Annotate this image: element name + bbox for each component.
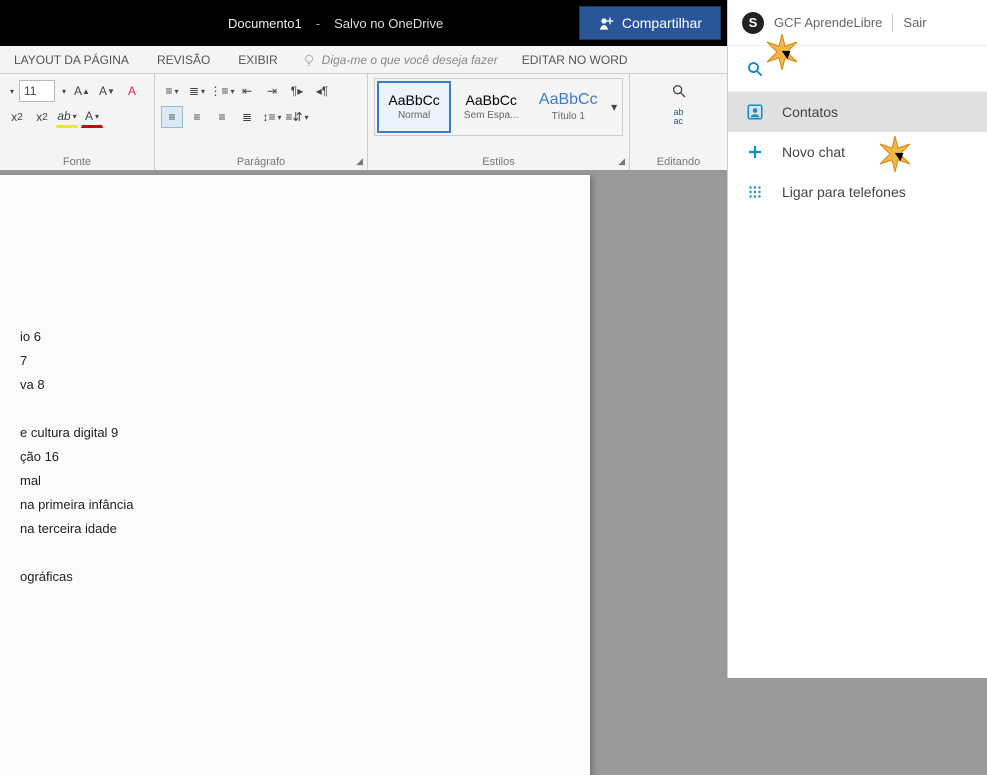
- font-size-input[interactable]: [19, 80, 55, 102]
- divider-icon: [892, 14, 893, 32]
- grow-font-icon[interactable]: A▲: [71, 80, 93, 102]
- font-color-icon[interactable]: A: [81, 106, 103, 128]
- tell-me-search[interactable]: Diga-me o que você deseja fazer: [292, 53, 508, 67]
- bullets-icon[interactable]: ≡: [161, 80, 183, 102]
- style-no-spacing[interactable]: AaBbCc Sem Espa...: [454, 81, 528, 133]
- panel-item-newchat[interactable]: Novo chat: [728, 132, 987, 172]
- style-sample: AaBbCc: [388, 93, 439, 107]
- group-label-editing: Editando: [630, 156, 727, 168]
- tab-page-layout[interactable]: LAYOUT DA PÁGINA: [0, 47, 143, 73]
- share-label: Compartilhar: [622, 15, 702, 31]
- style-name: Sem Espa...: [464, 110, 518, 121]
- line-spacing-icon[interactable]: ↕≡: [261, 106, 283, 128]
- justify-icon[interactable]: ≣: [236, 106, 258, 128]
- doc-line: mal: [20, 469, 560, 493]
- rtl-text-icon[interactable]: ◂¶: [311, 80, 333, 102]
- edit-in-word-button[interactable]: EDITAR NO WORD: [508, 47, 642, 73]
- doc-line: io 6: [20, 325, 560, 349]
- align-center-icon[interactable]: ≡: [186, 106, 208, 128]
- styles-launcher-icon[interactable]: ◢: [618, 156, 625, 167]
- styles-expand-icon[interactable]: ▾: [608, 81, 620, 133]
- clear-formatting-icon[interactable]: A: [121, 80, 143, 102]
- tell-me-placeholder: Diga-me o que você deseja fazer: [322, 53, 498, 67]
- style-normal[interactable]: AaBbCc Normal: [377, 81, 451, 133]
- newchat-label: Novo chat: [782, 144, 845, 160]
- saved-indicator: Salvo no OneDrive: [334, 16, 443, 31]
- plus-icon: [746, 143, 764, 161]
- paragraph-launcher-icon[interactable]: ◢: [356, 156, 363, 167]
- find-icon[interactable]: [668, 80, 690, 102]
- align-left-icon[interactable]: ≡: [161, 106, 183, 128]
- paragraph-spacing-icon[interactable]: ≡⇵: [286, 106, 308, 128]
- replace-icon[interactable]: abac: [668, 106, 690, 128]
- group-styles: AaBbCc Normal AaBbCc Sem Espa... AaBbCc …: [368, 74, 630, 170]
- dialpad-icon: [746, 183, 764, 201]
- doc-line: ção 16: [20, 445, 560, 469]
- document-title: Documento1: [228, 16, 302, 31]
- superscript-icon[interactable]: x2: [31, 106, 53, 128]
- share-icon: [598, 15, 614, 31]
- doc-line: 7: [20, 349, 560, 373]
- style-heading1[interactable]: AaBbCc Título 1: [531, 81, 605, 133]
- share-button[interactable]: Compartilhar: [579, 6, 721, 40]
- panel-item-contacts[interactable]: Contatos: [728, 92, 987, 132]
- lightbulb-icon: [302, 53, 316, 67]
- skype-icon[interactable]: S: [742, 12, 764, 34]
- contacts-icon: [746, 103, 764, 121]
- style-name: Título 1: [552, 111, 585, 122]
- doc-line: na primeira infância: [20, 493, 560, 517]
- callphones-label: Ligar para telefones: [782, 184, 906, 200]
- group-label-styles: Estilos: [368, 156, 629, 168]
- group-paragraph: ≡ ≣ ⋮≡ ⇤ ⇥ ¶▸ ◂¶ ≡ ≡ ≡ ≣ ↕≡ ≡⇵ Parágrafo…: [155, 74, 368, 170]
- signout-link[interactable]: Sair: [903, 15, 926, 30]
- doc-line: e cultura digital 9: [20, 421, 560, 445]
- search-icon: [746, 60, 764, 78]
- doc-line: ográficas: [20, 565, 560, 589]
- group-editing: abac Editando: [630, 74, 727, 170]
- decrease-indent-icon[interactable]: ⇤: [236, 80, 258, 102]
- document-page[interactable]: io 6 7 va 8 e cultura digital 9 ção 16 m…: [0, 175, 590, 775]
- panel-search[interactable]: [728, 46, 987, 92]
- brand-label: GCF AprendeLibre: [774, 15, 882, 30]
- doc-line: na terceira idade: [20, 517, 560, 541]
- tab-review[interactable]: REVISÃO: [143, 47, 224, 73]
- tab-view[interactable]: EXIBIR: [224, 47, 291, 73]
- ribbon-tabs: LAYOUT DA PÁGINA REVISÃO EXIBIR Diga-me …: [0, 46, 727, 74]
- skype-panel: S GCF AprendeLibre Sair Contatos Novo ch…: [727, 0, 987, 678]
- multilevel-list-icon[interactable]: ⋮≡: [211, 80, 233, 102]
- style-sample: AaBbCc: [465, 93, 516, 107]
- subscript-icon[interactable]: x2: [6, 106, 28, 128]
- group-label-font: Fonte: [0, 156, 154, 168]
- shrink-font-icon[interactable]: A▼: [96, 80, 118, 102]
- title-separator: -: [316, 16, 320, 31]
- group-font: A▲ A▼ A x2 x2 ab A Fonte: [0, 74, 155, 170]
- ribbon: A▲ A▼ A x2 x2 ab A Fonte ≡ ≣ ⋮≡ ⇤ ⇥ ¶▸ ◂…: [0, 74, 727, 171]
- style-sample: AaBbCc: [539, 92, 598, 108]
- style-name: Normal: [398, 110, 430, 121]
- panel-item-callphones[interactable]: Ligar para telefones: [728, 172, 987, 212]
- group-label-paragraph: Parágrafo: [155, 156, 367, 168]
- font-size-dropdown[interactable]: [58, 80, 68, 102]
- panel-titlebar: S GCF AprendeLibre Sair: [728, 0, 987, 46]
- doc-line: va 8: [20, 373, 560, 397]
- increase-indent-icon[interactable]: ⇥: [261, 80, 283, 102]
- contacts-label: Contatos: [782, 104, 838, 120]
- font-family-dropdown[interactable]: [6, 80, 16, 102]
- ltr-text-icon[interactable]: ¶▸: [286, 80, 308, 102]
- align-right-icon[interactable]: ≡: [211, 106, 233, 128]
- numbering-icon[interactable]: ≣: [186, 80, 208, 102]
- highlight-color-icon[interactable]: ab: [56, 106, 78, 128]
